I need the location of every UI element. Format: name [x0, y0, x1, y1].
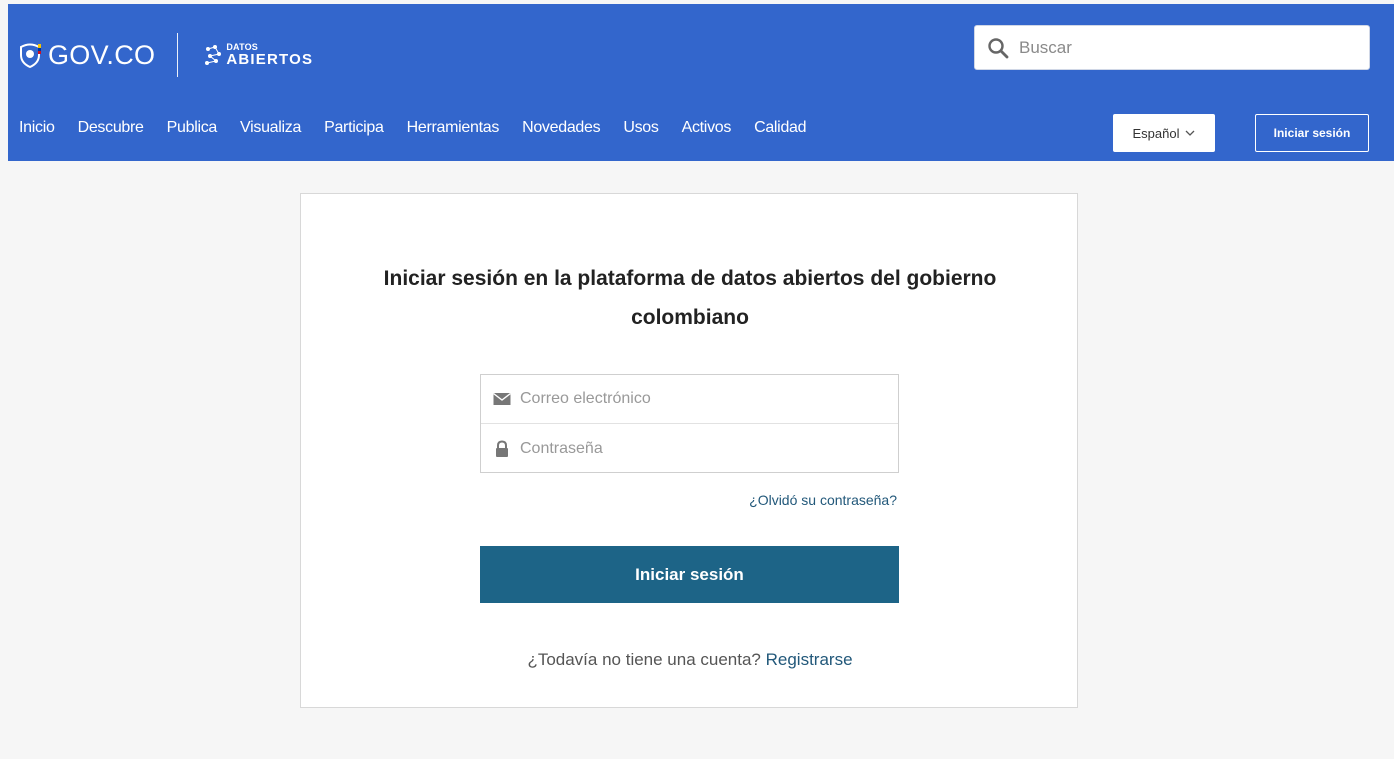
register-link[interactable]: Registrarse — [766, 650, 853, 669]
register-prompt: ¿Todavía no tiene una cuenta? Registrars… — [301, 650, 1079, 670]
search-input[interactable] — [1019, 37, 1359, 58]
language-selector[interactable]: Español — [1113, 114, 1215, 152]
nav-item-novedades[interactable]: Novedades — [522, 119, 601, 137]
login-submit-button[interactable]: Iniciar sesión — [480, 546, 899, 603]
main-nav: Inicio Descubre Publica Visualiza Partic… — [8, 116, 807, 140]
chevron-down-icon — [1186, 130, 1195, 136]
password-field[interactable] — [481, 424, 898, 473]
govco-logo-text[interactable]: GOV.CO — [48, 40, 155, 71]
login-card: Iniciar sesión en la plataforma de datos… — [300, 193, 1078, 708]
login-title: Iniciar sesión en la plataforma de datos… — [383, 267, 997, 329]
search-box[interactable] — [974, 25, 1370, 70]
nav-item-visualiza[interactable]: Visualiza — [240, 119, 301, 137]
page: GOV.CO DATOS ABIERTOS Buscar Inicio Desc… — [8, 0, 1394, 759]
email-input[interactable] — [520, 390, 890, 408]
nav-item-calidad[interactable]: Calidad — [754, 119, 806, 137]
nav-item-inicio[interactable]: Inicio — [19, 119, 55, 137]
nav-item-participa[interactable]: Participa — [324, 119, 384, 137]
colombia-shield-icon — [20, 43, 41, 68]
lock-icon — [496, 439, 508, 457]
nav-item-publica[interactable]: Publica — [167, 119, 218, 137]
datos-abiertos-mark-icon — [205, 45, 222, 65]
nav-item-descubre[interactable]: Descubre — [78, 119, 144, 137]
forgot-password-link[interactable]: ¿Olvidó su contraseña? — [749, 492, 897, 508]
datos-logo-big-text: ABIERTOS — [226, 51, 314, 68]
datos-abiertos-logo[interactable]: DATOS ABIERTOS — [202, 43, 313, 67]
login-form — [480, 374, 899, 473]
nav-item-herramientas[interactable]: Herramientas — [407, 119, 500, 137]
brand-divider — [177, 33, 179, 77]
header-login-button[interactable]: Iniciar sesión — [1255, 114, 1369, 152]
language-label: Español — [1132, 125, 1180, 141]
password-input[interactable] — [520, 439, 890, 458]
brand: GOV.CO DATOS ABIERTOS — [18, 32, 313, 78]
email-field[interactable] — [481, 375, 898, 424]
search-icon[interactable] — [987, 37, 1009, 59]
site-header: GOV.CO DATOS ABIERTOS Buscar Inicio Desc… — [8, 4, 1394, 161]
envelope-icon — [493, 392, 511, 405]
nav-item-usos[interactable]: Usos — [623, 119, 659, 137]
no-account-text: ¿Todavía no tiene una cuenta? — [527, 650, 761, 669]
nav-item-activos[interactable]: Activos — [682, 119, 732, 137]
